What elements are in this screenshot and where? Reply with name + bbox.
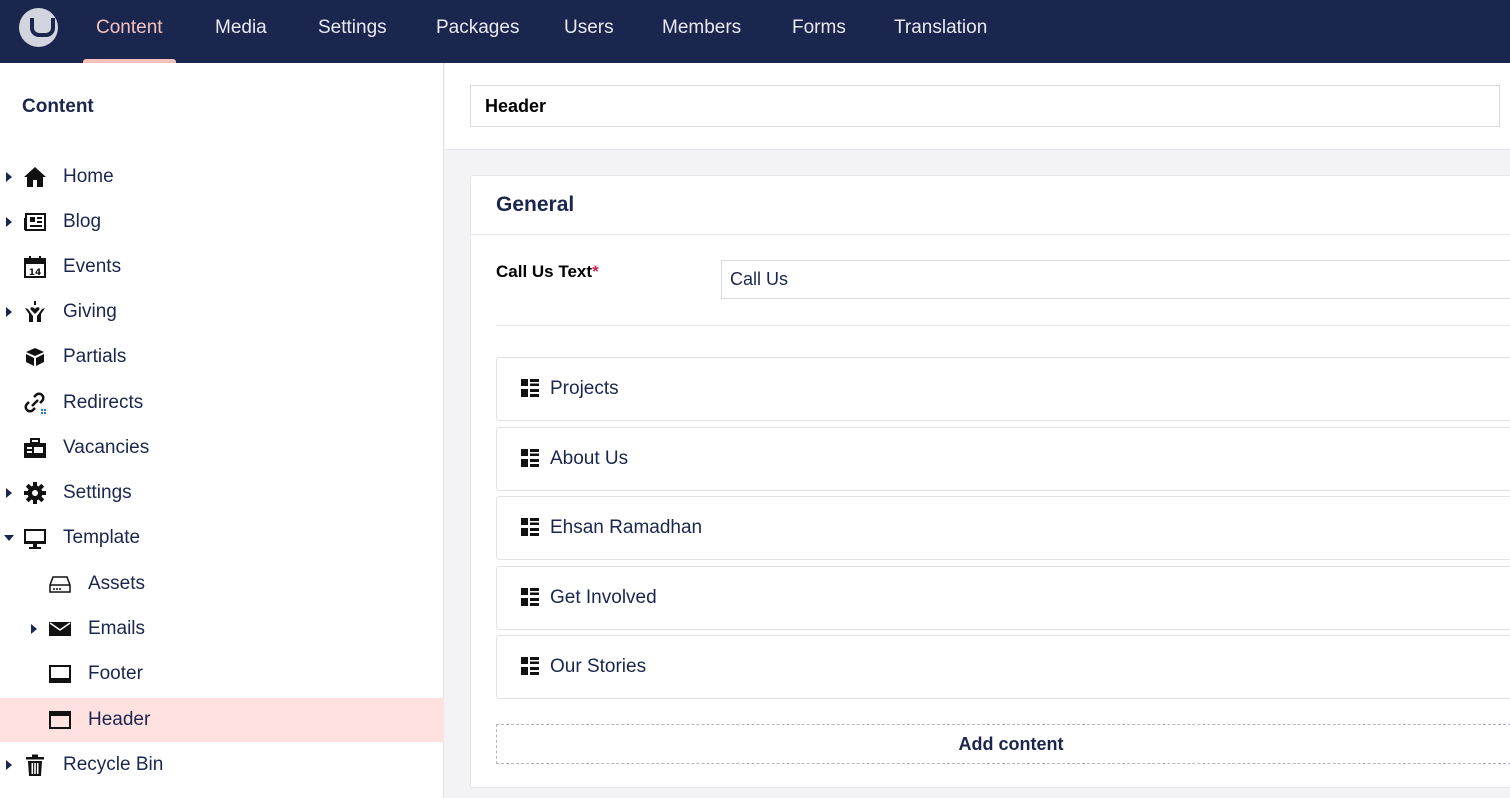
tree-item-footer[interactable]: Footer (0, 652, 444, 696)
content-editor: General Call Us Text* Projects About Us (445, 63, 1510, 798)
tree-item-label: Blog (63, 211, 102, 232)
call-us-text-label-text: Call Us Text (496, 262, 593, 281)
tree-item-label: Footer (88, 663, 143, 684)
tree-item-recycle-bin[interactable]: Recycle Bin (0, 743, 444, 787)
tree-item-label: Redirects (63, 392, 144, 413)
caret-right-icon[interactable] (6, 760, 12, 770)
add-content-button[interactable]: Add content (496, 724, 1510, 764)
node-name-input[interactable] (470, 85, 1500, 127)
tree-item-home[interactable]: Home (0, 155, 444, 199)
gear-icon (24, 482, 46, 504)
nav-media[interactable]: Media (215, 0, 267, 63)
umbraco-logo-icon[interactable] (19, 8, 58, 47)
tree-item-label: Giving (63, 301, 117, 322)
top-navigation: Content Media Settings Packages Users Me… (0, 0, 1510, 63)
nav-settings[interactable]: Settings (318, 0, 387, 63)
block-label: Ehsan Ramadhan (550, 517, 703, 538)
tree-item-assets[interactable]: Assets (0, 562, 444, 606)
tree-item-partials[interactable]: Partials (0, 335, 444, 379)
caret-right-icon[interactable] (6, 307, 12, 317)
call-us-text-input[interactable] (721, 260, 1510, 299)
tree-item-events[interactable]: 14 Events (0, 245, 444, 289)
required-marker: * (592, 262, 599, 281)
grid-list-icon (521, 657, 539, 675)
caret-down-icon[interactable] (4, 535, 14, 541)
content-tree-sidebar: Content Home Blog 14 Events Giving Parti… (0, 63, 444, 798)
box-icon (26, 348, 44, 366)
block-item-ehsan-ramadhan[interactable]: Ehsan Ramadhan (496, 496, 1510, 560)
tree-item-label: Partials (63, 346, 127, 367)
footer-layout-icon (49, 665, 71, 683)
tree-item-settings[interactable]: Settings (0, 471, 444, 515)
divider (496, 325, 1510, 326)
hands-heart-icon (25, 301, 45, 322)
caret-right-icon[interactable] (31, 624, 37, 634)
block-item-about-us[interactable]: About Us (496, 427, 1510, 491)
caret-right-icon[interactable] (6, 488, 12, 498)
tree-item-template[interactable]: Template (0, 516, 444, 560)
nav-members[interactable]: Members (662, 0, 741, 63)
svg-text:14: 14 (29, 268, 42, 278)
nav-packages[interactable]: Packages (436, 0, 519, 63)
grid-list-icon (521, 449, 539, 467)
calendar-icon: 14 (24, 256, 46, 278)
tree-item-header[interactable]: Header (0, 698, 444, 742)
monitor-icon (24, 529, 46, 549)
grid-list-icon (521, 518, 539, 536)
block-label: Projects (550, 378, 619, 399)
tree-item-label: Events (63, 256, 122, 277)
general-group-panel: General Call Us Text* Projects About Us (470, 175, 1510, 788)
block-item-projects[interactable]: Projects (496, 357, 1510, 421)
tree-item-label: Assets (88, 573, 146, 594)
newspaper-icon (24, 213, 46, 231)
nav-users[interactable]: Users (564, 0, 614, 63)
tree-item-emails[interactable]: Emails (0, 607, 444, 651)
drive-icon (49, 576, 71, 593)
nav-translation[interactable]: Translation (894, 0, 987, 63)
tree-item-giving[interactable]: Giving (0, 290, 444, 334)
block-label: Our Stories (550, 656, 647, 677)
briefcase-icon (24, 438, 46, 458)
link-icon (24, 392, 46, 414)
nav-forms[interactable]: Forms (792, 0, 846, 63)
block-item-get-involved[interactable]: Get Involved (496, 566, 1510, 630)
tree-item-label: Template (63, 527, 141, 548)
group-title: General (496, 193, 575, 216)
sidebar-title: Content (22, 96, 94, 117)
tree-item-label: Settings (63, 482, 132, 503)
tree-item-blog[interactable]: Blog (0, 200, 444, 244)
call-us-text-label: Call Us Text* (496, 262, 599, 282)
caret-right-icon[interactable] (6, 217, 12, 227)
header-layout-icon (49, 711, 71, 729)
divider (471, 234, 1510, 235)
block-item-our-stories[interactable]: Our Stories (496, 635, 1510, 699)
home-icon (24, 167, 46, 187)
envelope-icon (49, 622, 71, 636)
tree-item-label: Header (88, 709, 151, 730)
tree-item-label: Home (63, 166, 114, 187)
add-content-label: Add content (958, 734, 1064, 754)
block-label: Get Involved (550, 587, 657, 608)
tree-item-label: Emails (88, 618, 146, 639)
caret-right-icon[interactable] (6, 172, 12, 182)
tree-item-redirects[interactable]: Redirects (0, 381, 444, 425)
grid-list-icon (521, 588, 539, 606)
trash-icon (26, 754, 44, 776)
editor-header (445, 63, 1510, 150)
tree-item-vacancies[interactable]: Vacancies (0, 426, 444, 470)
grid-list-icon (521, 379, 539, 397)
block-label: About Us (550, 448, 629, 469)
nav-content[interactable]: Content (83, 0, 176, 63)
tree-item-label: Recycle Bin (63, 754, 164, 775)
tree-item-label: Vacancies (63, 437, 150, 458)
